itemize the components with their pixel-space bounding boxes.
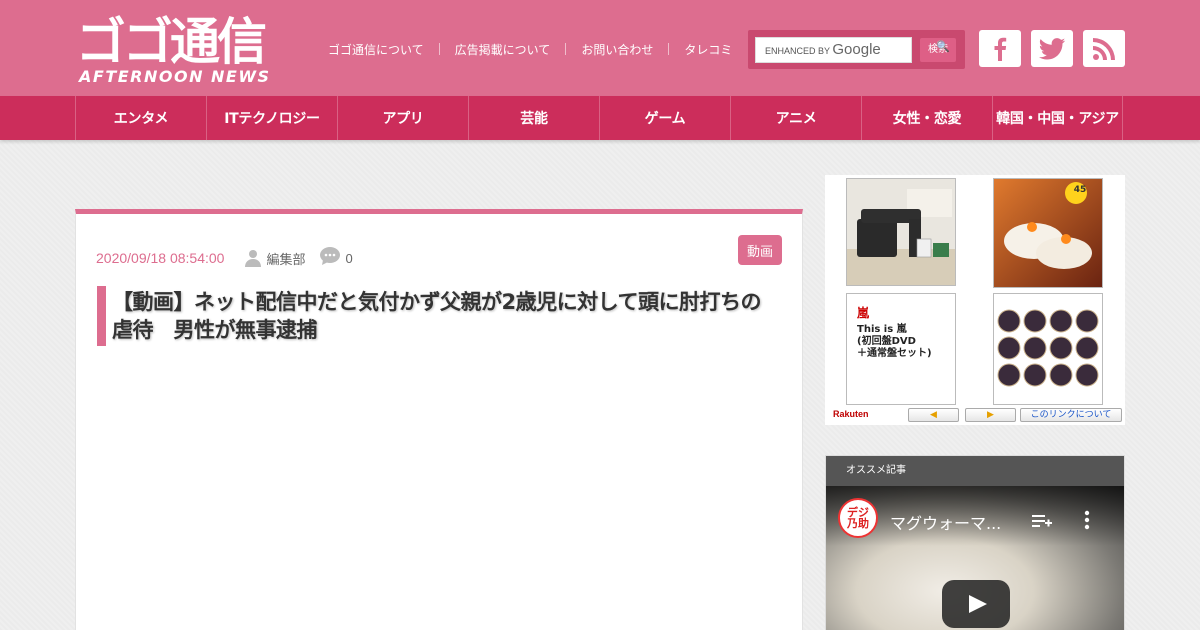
- nav-item-asia[interactable]: 韓国・中国・アジア: [992, 96, 1123, 140]
- header-link-about[interactable]: ゴゴ通信について: [328, 41, 424, 58]
- facebook-icon: [994, 37, 1007, 61]
- ad-tile-sushi[interactable]: 45: [993, 178, 1103, 288]
- ad-tile-arashi-dvd[interactable]: 嵐 This is 嵐 (初回盤DVD ＋通常盤セット): [846, 293, 956, 405]
- sushi-image: [994, 179, 1102, 287]
- playlist-add-icon[interactable]: [1032, 514, 1052, 528]
- divider: [668, 43, 670, 55]
- rakuten-logo[interactable]: Rakuten: [833, 409, 869, 419]
- play-button-icon[interactable]: [942, 580, 1010, 628]
- header-link-tip[interactable]: タレコミ: [684, 41, 732, 58]
- category-badge[interactable]: 動画: [738, 235, 782, 265]
- more-options-icon[interactable]: [1084, 510, 1090, 530]
- article-author[interactable]: 編集部: [266, 249, 305, 268]
- site-logo[interactable]: ゴゴ通信 AFTERNOON NEWS: [76, 14, 308, 88]
- header-link-advertise[interactable]: 広告掲載について: [455, 41, 551, 58]
- title-accent-bar: [97, 286, 106, 346]
- article-meta: 2020/09/18 08:54:00 編集部 0: [96, 247, 353, 269]
- recommend-heading: オススメ記事: [826, 456, 1124, 486]
- rss-icon: [1093, 37, 1115, 60]
- anime-badges-image: [994, 294, 1102, 404]
- ad-tile-arashi-text: This is 嵐 (初回盤DVD ＋通常盤セット): [857, 324, 932, 359]
- video-title[interactable]: マグウォーマ...: [890, 510, 1001, 534]
- nav-item-celebrity[interactable]: 芸能: [468, 96, 599, 140]
- logo-main-text: ゴゴ通信: [76, 13, 267, 71]
- article-date: 2020/09/18 08:54:00: [96, 250, 225, 266]
- logo-sub-text: AFTERNOON NEWS: [79, 67, 271, 86]
- ad-tile-arashi-title: 嵐: [857, 306, 870, 320]
- nav-item-anime[interactable]: アニメ: [730, 96, 861, 140]
- ad-tile-anime-badges[interactable]: [993, 293, 1103, 405]
- ad-tile-sushi-badge: 45: [1073, 185, 1087, 195]
- article-title: 【動画】ネット配信中だと気付かず父親が2歳児に対して頭に肘打ちの虐待 男性が無事…: [112, 290, 761, 342]
- divider: [438, 43, 440, 55]
- search-input[interactable]: ENHANCED BY Google: [755, 37, 912, 63]
- facebook-button[interactable]: [979, 30, 1021, 67]
- rakuten-ad-widget: 嵐 This is 嵐 (初回盤DVD ＋通常盤セット) 45 Rakuten: [825, 175, 1125, 425]
- next-arrow-icon: ▶: [987, 410, 994, 420]
- comment-count[interactable]: 0: [345, 251, 352, 266]
- site-header: ゴゴ通信 AFTERNOON NEWS ゴゴ通信について 広告掲載について お問…: [0, 0, 1200, 96]
- divider: [565, 43, 567, 55]
- channel-avatar[interactable]: デジ 乃助: [838, 498, 878, 538]
- recommend-widget: オススメ記事 デジ 乃助 マグウォーマ...: [825, 455, 1125, 630]
- article-card: 2020/09/18 08:54:00 編集部 0 動画 【動画】ネット配信中だ…: [75, 209, 803, 630]
- twitter-icon: [1038, 37, 1066, 60]
- sewing-machine-image: [847, 179, 955, 285]
- twitter-button[interactable]: [1031, 30, 1073, 67]
- nav-item-entertainment[interactable]: エンタメ: [75, 96, 206, 140]
- prev-arrow-icon: ◀: [930, 410, 937, 420]
- header-links: ゴゴ通信について 広告掲載について お問い合わせ タレコミ: [328, 40, 732, 58]
- channel-avatar-label: デジ 乃助: [847, 506, 869, 530]
- nav-item-it-technology[interactable]: ITテクノロジー: [206, 96, 337, 140]
- ad-tile-sewing-machine[interactable]: [846, 178, 956, 286]
- search-form: ENHANCED BY Google 検索 🔍: [748, 30, 965, 69]
- nav-item-games[interactable]: ゲーム: [599, 96, 730, 140]
- nav-item-apps[interactable]: アプリ: [337, 96, 468, 140]
- search-enhanced-by: ENHANCED BY: [765, 46, 830, 56]
- header-link-contact[interactable]: お問い合わせ: [581, 41, 653, 58]
- user-icon: [245, 249, 262, 267]
- search-icon: 🔍: [936, 40, 950, 53]
- video-player[interactable]: デジ 乃助 マグウォーマ...: [826, 486, 1124, 630]
- comment-icon: [320, 247, 341, 269]
- ad-prev-button[interactable]: ◀: [908, 408, 959, 422]
- nav-item-women-romance[interactable]: 女性・恋愛: [861, 96, 992, 140]
- rss-button[interactable]: [1083, 30, 1125, 67]
- google-logo-text: Google: [832, 41, 881, 58]
- search-button[interactable]: 検索 🔍: [920, 38, 956, 62]
- ad-about-link[interactable]: このリンクについて: [1020, 408, 1122, 422]
- main-nav: エンタメ ITテクノロジー アプリ 芸能 ゲーム アニメ 女性・恋愛 韓国・中国…: [0, 96, 1200, 140]
- ad-next-button[interactable]: ▶: [965, 408, 1016, 422]
